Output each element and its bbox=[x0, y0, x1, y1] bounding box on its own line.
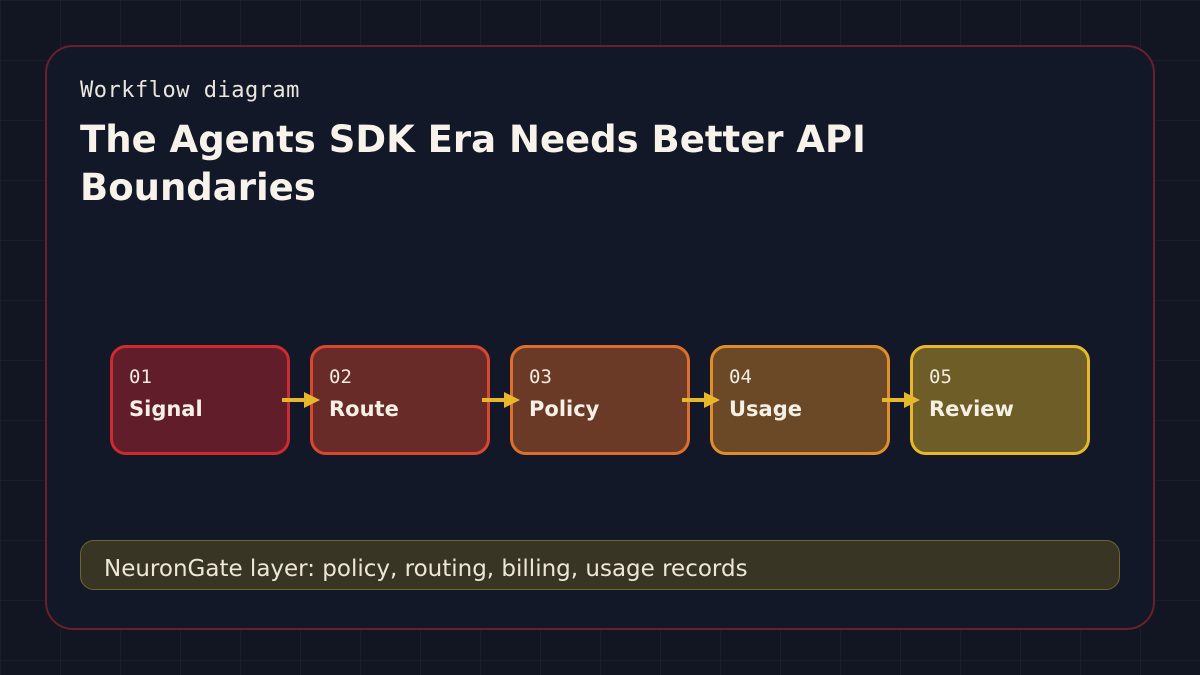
step-number: 05 bbox=[929, 366, 952, 388]
step-usage: 04 Usage bbox=[710, 345, 890, 455]
gateway-layer-banner: NeuronGate layer: policy, routing, billi… bbox=[80, 540, 1120, 590]
step-review: 05 Review bbox=[910, 345, 1090, 455]
step-label: Usage bbox=[729, 397, 802, 421]
step-number: 01 bbox=[129, 366, 152, 388]
step-number: 04 bbox=[729, 366, 752, 388]
step-route: 02 Route bbox=[310, 345, 490, 455]
step-label: Route bbox=[329, 397, 399, 421]
step-label: Policy bbox=[529, 397, 600, 421]
diagram-eyebrow: Workflow diagram bbox=[80, 78, 300, 103]
step-number: 02 bbox=[329, 366, 352, 388]
step-number: 03 bbox=[529, 366, 552, 388]
step-signal: 01 Signal bbox=[110, 345, 290, 455]
page-title: The Agents SDK Era Needs Better API Boun… bbox=[80, 118, 866, 209]
step-policy: 03 Policy bbox=[510, 345, 690, 455]
step-label: Review bbox=[929, 397, 1014, 421]
step-label: Signal bbox=[129, 397, 203, 421]
